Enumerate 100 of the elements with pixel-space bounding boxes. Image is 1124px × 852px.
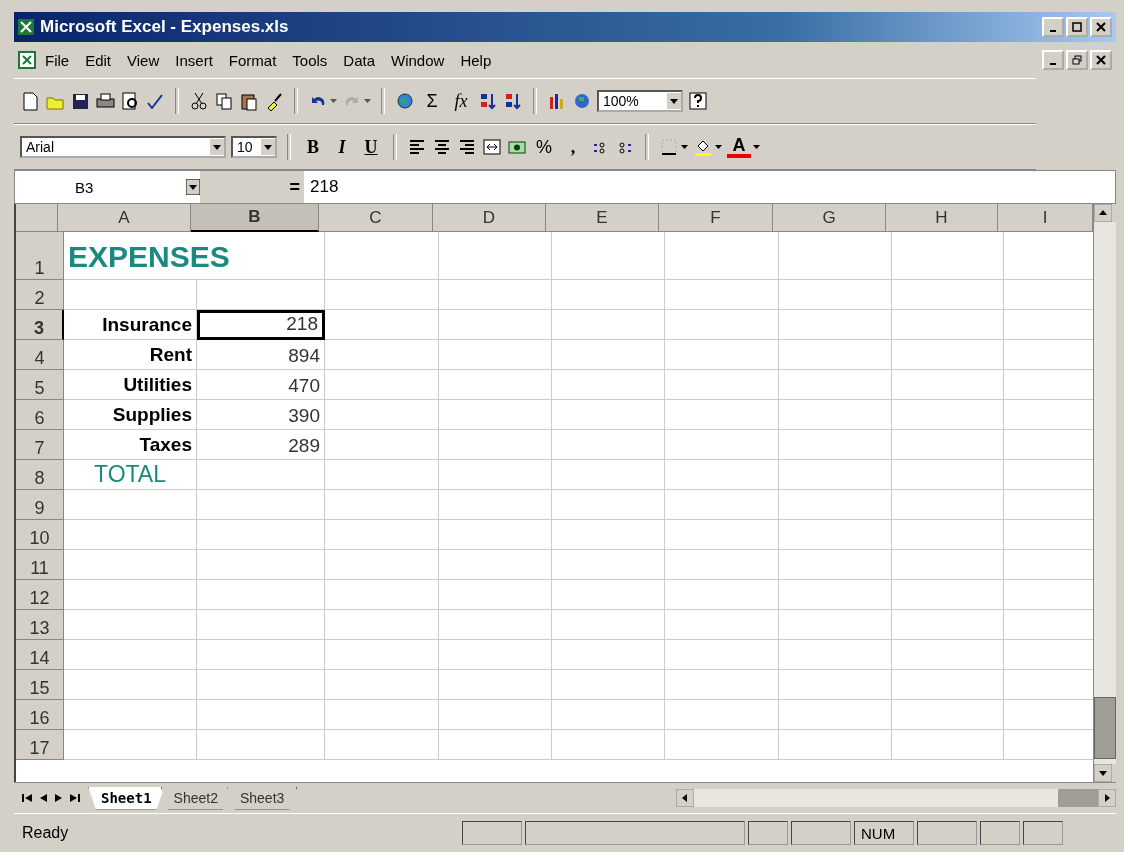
printer-icon[interactable] xyxy=(95,91,115,111)
paste-icon[interactable] xyxy=(239,91,259,111)
row-header[interactable]: 9 xyxy=(16,490,64,520)
vertical-scrollbar[interactable] xyxy=(1093,204,1116,782)
align-center-icon[interactable] xyxy=(432,137,452,157)
row-header[interactable]: 1 xyxy=(16,232,64,280)
table-cell: EXPENSES xyxy=(64,232,325,280)
restore-icon xyxy=(1072,55,1082,65)
dropdown-arrow-icon[interactable] xyxy=(753,145,760,149)
row-header[interactable]: 8 xyxy=(16,460,64,490)
row-header[interactable]: 14 xyxy=(16,640,64,670)
close-button[interactable] xyxy=(1090,17,1112,37)
scroll-down-arrow-icon[interactable] xyxy=(1094,764,1112,782)
globe-icon[interactable] xyxy=(395,91,415,111)
scroll-up-arrow-icon[interactable] xyxy=(1094,204,1112,222)
status-pane xyxy=(1023,821,1063,845)
percent-style-button[interactable]: % xyxy=(532,136,556,158)
column-header[interactable]: G xyxy=(773,204,886,232)
borders-icon[interactable] xyxy=(659,137,679,157)
menu-item[interactable]: Insert xyxy=(168,49,220,71)
menu-item[interactable]: Data xyxy=(336,49,383,71)
table-cell: TOTAL xyxy=(64,460,197,490)
column-header[interactable]: H xyxy=(886,204,998,232)
row-header[interactable]: 4 xyxy=(16,340,64,370)
dropdown-arrow-icon[interactable] xyxy=(715,145,722,149)
sheet-tab[interactable]: Sheet3 xyxy=(226,786,298,810)
row-header[interactable]: 3 xyxy=(16,310,64,340)
function-button[interactable]: fx xyxy=(449,90,473,112)
menu-item[interactable]: Window xyxy=(384,49,452,71)
restore-button[interactable] xyxy=(1066,50,1088,70)
maximize-button[interactable] xyxy=(1066,17,1088,37)
sort-ascending-icon[interactable] xyxy=(478,91,498,111)
help-icon[interactable] xyxy=(688,91,708,111)
scroll-thumb[interactable] xyxy=(1094,697,1116,759)
table-cell: Rent xyxy=(64,340,197,370)
column-header[interactable]: F xyxy=(659,204,773,232)
column-header[interactable]: D xyxy=(433,204,546,232)
column-header[interactable]: C xyxy=(319,204,433,232)
close-icon xyxy=(1096,22,1106,32)
new-file-icon[interactable] xyxy=(20,91,40,111)
window-title: Microsoft Excel - Expenses.xls xyxy=(40,17,289,37)
spreadsheet-app-icon xyxy=(18,19,34,35)
row-header[interactable]: 7 xyxy=(16,430,64,460)
bold-button[interactable]: B xyxy=(301,136,325,158)
row-header[interactable]: 13 xyxy=(16,610,64,640)
table-cell: Supplies xyxy=(64,400,197,430)
menu-item[interactable]: Edit xyxy=(78,49,119,71)
italic-button[interactable]: I xyxy=(330,136,354,158)
table-cell: 390 xyxy=(197,400,325,430)
autosum-button[interactable]: Σ xyxy=(420,90,444,112)
row-header[interactable]: 10 xyxy=(16,520,64,550)
column-header[interactable]: A xyxy=(58,204,191,232)
menu-item[interactable]: Tools xyxy=(285,49,335,71)
row-header[interactable]: 12 xyxy=(16,580,64,610)
font-box[interactable]: Arial xyxy=(20,136,226,158)
status-pane xyxy=(748,821,788,845)
row-header[interactable]: 15 xyxy=(16,670,64,700)
minimize-button[interactable] xyxy=(1042,17,1064,37)
menu-item[interactable]: View xyxy=(120,49,167,71)
comma-style-button[interactable]: , xyxy=(561,136,585,158)
minimize-button[interactable] xyxy=(1042,50,1064,70)
dropdown-arrow-icon[interactable] xyxy=(681,145,688,149)
row-header[interactable]: 6 xyxy=(16,400,64,430)
maximize-icon xyxy=(1072,22,1082,32)
scissors-icon[interactable] xyxy=(189,91,209,111)
table-cell: 289 xyxy=(197,430,325,460)
menu-item[interactable]: Help xyxy=(453,49,499,71)
copy-icon[interactable] xyxy=(214,91,234,111)
menu-item[interactable]: File xyxy=(38,49,77,71)
scroll-right-arrow-icon[interactable] xyxy=(1098,789,1116,807)
row-header[interactable]: 16 xyxy=(16,700,64,730)
column-header[interactable]: E xyxy=(546,204,659,232)
row-header[interactable]: 11 xyxy=(16,550,64,580)
status-pane xyxy=(980,821,1020,845)
minimize-icon xyxy=(1050,63,1056,65)
row-header[interactable]: 17 xyxy=(16,730,64,760)
horizontal-scrollbar[interactable] xyxy=(676,789,1116,807)
table-cell: 894 xyxy=(197,340,325,370)
menu-item[interactable]: Format xyxy=(221,49,284,71)
align-right-icon[interactable] xyxy=(457,137,477,157)
row-header[interactable]: 5 xyxy=(16,370,64,400)
status-pane xyxy=(917,821,977,845)
font-size-box[interactable]: 10 xyxy=(231,136,277,158)
close-button[interactable] xyxy=(1090,50,1112,70)
print-preview-icon[interactable] xyxy=(120,91,140,111)
font-color-button[interactable]: A xyxy=(727,136,751,158)
scroll-thumb[interactable] xyxy=(1058,789,1098,807)
scroll-left-arrow-icon[interactable] xyxy=(676,789,694,807)
table-cell: Utilities xyxy=(64,370,197,400)
sheet-tab[interactable]: Sheet1 xyxy=(88,786,165,810)
minimize-icon xyxy=(1050,30,1056,32)
zoom-box[interactable]: 100% xyxy=(597,90,683,112)
sort-descending-icon[interactable] xyxy=(503,91,523,111)
column-header[interactable]: B xyxy=(191,204,319,232)
merge-cells-icon[interactable] xyxy=(482,137,502,157)
row-header[interactable]: 2 xyxy=(16,280,64,310)
underline-button[interactable]: U xyxy=(359,136,383,158)
workbook-icon[interactable] xyxy=(18,51,36,69)
status-pane xyxy=(791,821,851,845)
align-left-icon[interactable] xyxy=(407,137,427,157)
